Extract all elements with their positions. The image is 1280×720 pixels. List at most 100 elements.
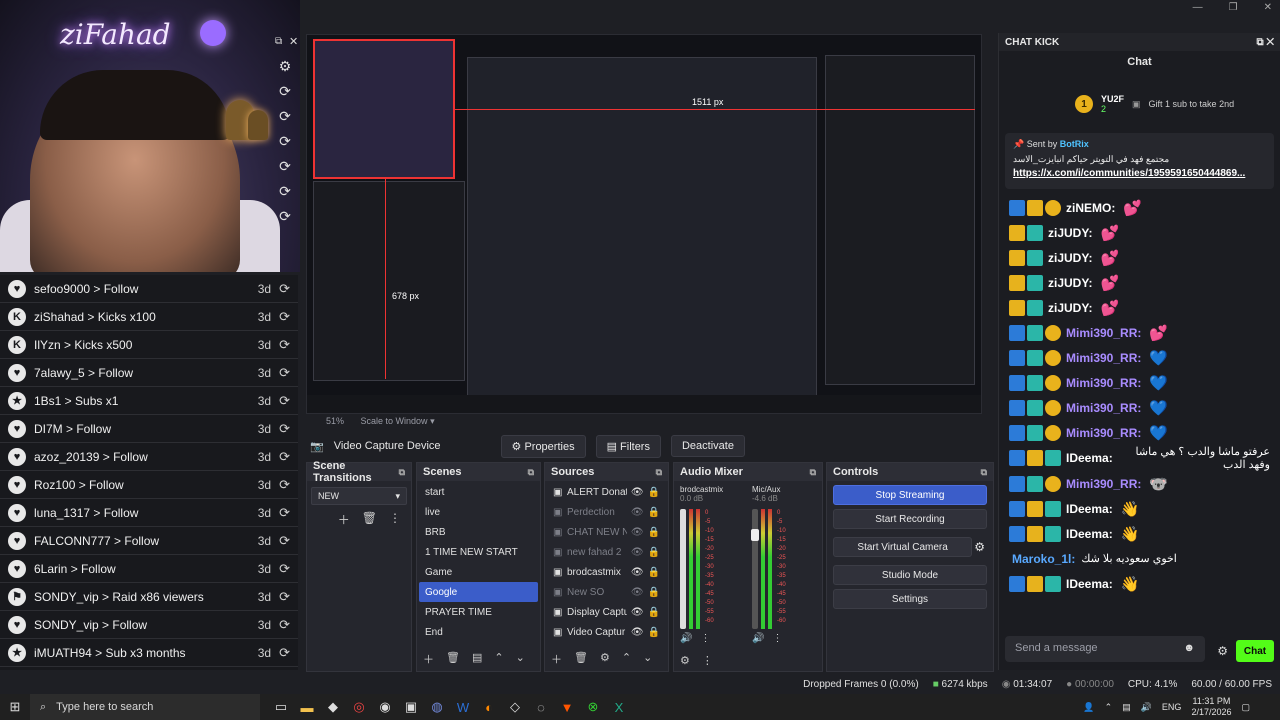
notification-icon[interactable]: ▢	[1241, 702, 1250, 713]
lock-icon[interactable]: 🔒	[648, 607, 660, 618]
xbox-icon[interactable]: ⊗	[580, 694, 606, 720]
close-button[interactable]: ✕	[1264, 2, 1272, 13]
chat-username[interactable]: Mimi390_RR:	[1066, 426, 1141, 440]
lock-icon[interactable]: 🔒	[648, 627, 660, 638]
scene-item[interactable]: End	[419, 622, 538, 642]
store-icon[interactable]: ▣	[398, 694, 424, 720]
source-item[interactable]: ▣ brodcastmix 👁 🔒	[547, 562, 666, 582]
replay-icon[interactable]: ⟳	[279, 208, 291, 225]
maximize-button[interactable]: ❐	[1229, 2, 1238, 13]
dock-popout-icon[interactable]: ⧉	[275, 36, 282, 47]
trash-icon[interactable]: 🗑	[362, 511, 377, 528]
replay-icon[interactable]: ⟳	[279, 589, 290, 605]
pinned-message[interactable]: 📌 Sent by BotRix مجتمع فهد في التويتر حي…	[1005, 133, 1274, 189]
stop-streaming-button[interactable]: Stop Streaming	[833, 485, 987, 505]
chat-username[interactable]: Maroko_1l:	[1012, 552, 1075, 566]
replay-icon[interactable]: ⟳	[279, 158, 291, 175]
obs-icon[interactable]: ◉	[372, 694, 398, 720]
scene-item[interactable]: Game	[419, 562, 538, 582]
replay-icon[interactable]: ⟳	[279, 309, 290, 325]
speaker-icon[interactable]: 🔊	[752, 633, 764, 644]
eye-icon[interactable]: 👁	[631, 487, 644, 498]
excel-icon[interactable]: X	[606, 694, 632, 720]
language-indicator[interactable]: ENG	[1162, 702, 1182, 712]
add-icon[interactable]: ＋	[423, 651, 434, 667]
add-icon[interactable]: ＋	[338, 511, 350, 528]
gear-icon[interactable]: ⚙	[974, 540, 985, 554]
replay-icon[interactable]: ⟳	[279, 449, 290, 465]
eye-icon[interactable]: 👁	[631, 507, 644, 518]
gear-icon[interactable]: ⚙	[279, 58, 292, 75]
more-icon[interactable]: ⋮	[700, 633, 710, 644]
chat-username[interactable]: IDeema:	[1066, 451, 1113, 465]
popout-icon[interactable]: ⧉	[399, 467, 405, 478]
start-virtual-camera-button[interactable]: Start Virtual Camera	[833, 537, 973, 557]
scene-item[interactable]: start	[419, 482, 538, 502]
move-down-icon[interactable]: ⌄	[516, 651, 525, 667]
volume-icon[interactable]: 🔊	[1141, 702, 1152, 713]
dock-controls[interactable]: ⧉ ✕	[1256, 37, 1274, 48]
lock-icon[interactable]: 🔒	[648, 547, 660, 558]
source-item[interactable]: ▣ New SO 👁 🔒	[547, 582, 666, 602]
more-icon[interactable]: ⋮	[702, 654, 713, 667]
preview-camera-source[interactable]	[313, 39, 455, 179]
person-icon[interactable]: 👤	[1083, 702, 1094, 713]
popout-icon[interactable]: ⧉	[528, 467, 534, 478]
chat-username[interactable]: IDeema:	[1066, 502, 1113, 516]
chat-username[interactable]: Mimi390_RR:	[1066, 326, 1141, 340]
eye-icon[interactable]: 👁	[631, 547, 644, 558]
taskbar-search[interactable]: ⌕ Type here to search	[30, 694, 260, 720]
more-icon[interactable]: ⋮	[772, 633, 782, 644]
scene-item[interactable]: BRB	[419, 522, 538, 542]
dock-close-icon[interactable]: ✕	[289, 35, 298, 48]
send-chat-button[interactable]: Chat	[1236, 640, 1274, 662]
source-item[interactable]: ▣ new fahad 2 👁 🔒	[547, 542, 666, 562]
chevron-up-icon[interactable]: ⌃	[1105, 702, 1113, 713]
studio-mode-button[interactable]: Studio Mode	[833, 565, 987, 585]
chat-username[interactable]: Mimi390_RR:	[1066, 477, 1141, 491]
clock[interactable]: 11:31 PM 2/17/2026	[1191, 696, 1231, 718]
minimize-button[interactable]: —	[1193, 2, 1203, 13]
chat-username[interactable]: ziJUDY:	[1048, 251, 1092, 265]
eye-icon[interactable]: 👁	[631, 587, 644, 598]
lock-icon[interactable]: 🔒	[648, 567, 660, 578]
eye-icon[interactable]: 👁	[631, 627, 644, 638]
chevron-down-icon[interactable]: ▾	[430, 416, 435, 426]
speaker-icon[interactable]: 🔊	[680, 633, 692, 644]
properties-button[interactable]: ⚙ Properties	[500, 434, 586, 458]
replay-icon[interactable]: ⟳	[279, 617, 290, 633]
steam-icon[interactable]: ◌	[528, 694, 554, 720]
chat-username[interactable]: IDeema:	[1066, 577, 1113, 591]
lock-icon[interactable]: 🔒	[648, 527, 660, 538]
windows-start-icon[interactable]: ⊞	[2, 694, 28, 720]
popout-icon[interactable]: ⧉	[981, 467, 987, 478]
move-up-icon[interactable]: ⌃	[622, 651, 631, 667]
chat-username[interactable]: ziJUDY:	[1048, 301, 1092, 315]
source-item[interactable]: ▣ CHAT NEW NE 👁 🔒	[547, 522, 666, 542]
volume-slider[interactable]	[680, 509, 686, 629]
replay-icon[interactable]: ⟳	[279, 365, 290, 381]
chat-input[interactable]: Send a message ☻	[1005, 636, 1205, 662]
firefox-icon[interactable]: ◐	[476, 694, 502, 720]
chat-username[interactable]: Mimi390_RR:	[1066, 351, 1141, 365]
gift-text[interactable]: Gift 1 sub to take 2nd	[1149, 99, 1235, 109]
replay-icon[interactable]: ⟳	[279, 133, 291, 150]
preview-chat-source[interactable]	[825, 55, 975, 385]
brave-icon[interactable]: ▼	[554, 694, 580, 720]
replay-icon[interactable]: ⟳	[279, 505, 290, 521]
trash-icon[interactable]: 🗑	[574, 651, 588, 667]
network-icon[interactable]: ▤	[1122, 702, 1131, 713]
link-icon[interactable]: ⚙	[680, 654, 690, 667]
preview-alert-source[interactable]	[313, 181, 465, 381]
app-icon[interactable]: ◆	[320, 694, 346, 720]
replay-icon[interactable]: ⟳	[279, 83, 291, 100]
replay-icon[interactable]: ⟳	[279, 281, 290, 297]
volume-slider[interactable]	[751, 509, 759, 629]
gear-icon[interactable]: ⚙	[1217, 644, 1228, 658]
lock-icon[interactable]: 🔒	[648, 587, 660, 598]
replay-icon[interactable]: ⟳	[279, 645, 290, 661]
chrome-icon[interactable]: ◎	[346, 694, 372, 720]
move-up-icon[interactable]: ⌃	[494, 651, 503, 667]
task-view-icon[interactable]: ▭	[268, 694, 294, 720]
chat-username[interactable]: ziJUDY:	[1048, 276, 1092, 290]
